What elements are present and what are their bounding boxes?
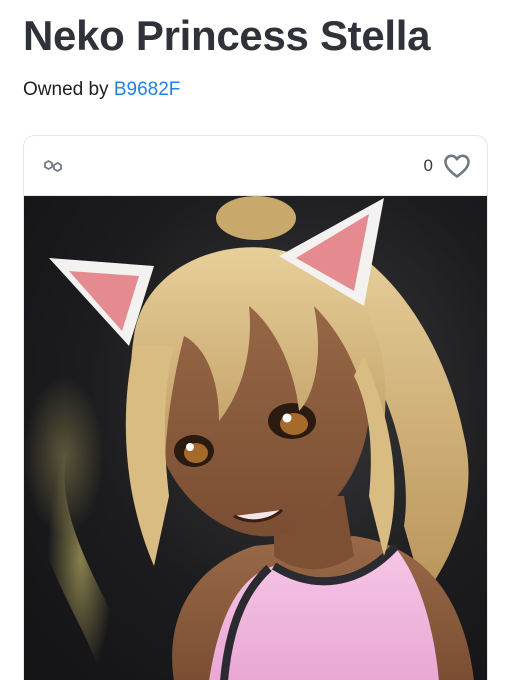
owner-link[interactable]: B9682F: [114, 79, 181, 100]
owned-by-label: Owned by: [23, 79, 114, 100]
item-title: Neko Princess Stella: [23, 12, 431, 59]
heart-outline-icon: [443, 153, 471, 179]
card-header: 0: [24, 136, 487, 196]
owner-line: Owned by B9682F: [23, 78, 180, 102]
favorite-button[interactable]: 0: [424, 150, 471, 182]
nft-artwork-illustration: [24, 196, 474, 680]
nft-image[interactable]: [24, 196, 487, 680]
polygon-chain-icon[interactable]: [41, 154, 65, 178]
nft-card: 0: [23, 135, 488, 680]
like-count: 0: [423, 156, 433, 175]
